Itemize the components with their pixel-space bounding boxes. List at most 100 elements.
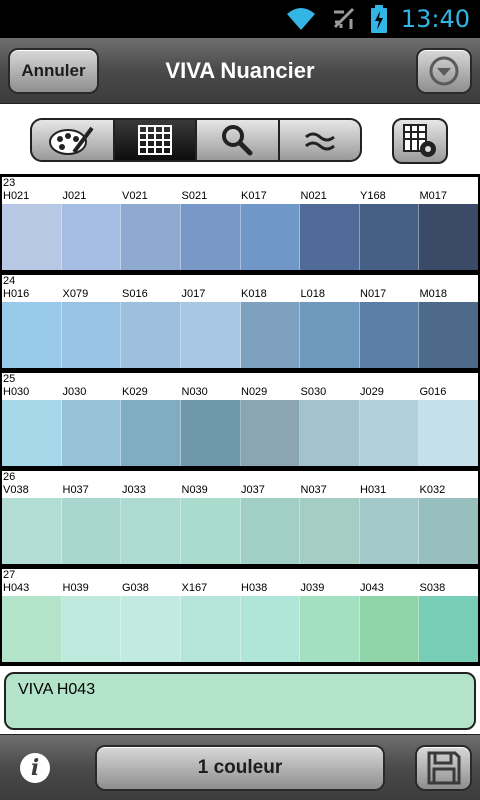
color-swatch[interactable] <box>240 204 301 270</box>
swatch-code: J039 <box>300 582 325 594</box>
color-swatch[interactable] <box>61 400 122 466</box>
color-swatch[interactable] <box>121 204 181 270</box>
swatch-code: H016 <box>3 288 30 300</box>
color-swatch[interactable] <box>300 596 360 662</box>
save-button[interactable] <box>415 745 472 791</box>
color-swatch[interactable] <box>300 498 360 564</box>
menu-button[interactable] <box>416 48 472 94</box>
swatch-group: 24 H016 X079 S016 J017 K018 L018 N017 M018 <box>2 272 478 370</box>
swatch-code: G038 <box>122 582 149 594</box>
color-swatch[interactable] <box>419 400 478 466</box>
wifi-icon <box>286 8 315 30</box>
color-count-button[interactable]: 1 couleur <box>95 745 385 791</box>
palette-brush-icon <box>49 126 94 155</box>
swatch-code: X079 <box>62 288 89 300</box>
color-swatch[interactable] <box>359 498 420 564</box>
color-swatch[interactable] <box>2 204 62 270</box>
swatch-group-header: 27 H043 H039 G038 X167 H038 J039 J043 S038 <box>2 569 478 596</box>
status-bar: 13:40 <box>0 0 480 38</box>
swatch-code: X167 <box>181 582 208 594</box>
swatch-code: J029 <box>360 386 384 398</box>
swatch-code: L018 <box>300 288 325 300</box>
color-swatch[interactable] <box>240 302 301 368</box>
title-bar: Annuler VIVA Nuancier <box>0 38 480 104</box>
swatch-group-header: 24 H016 X079 S016 J017 K018 L018 N017 M018 <box>2 275 478 302</box>
color-swatch[interactable] <box>240 400 301 466</box>
page-title: VIVA Nuancier <box>165 58 315 83</box>
color-swatch[interactable] <box>240 596 301 662</box>
swatch-code: N030 <box>181 386 208 398</box>
swatch-code: H037 <box>62 484 89 496</box>
color-swatch[interactable] <box>121 596 181 662</box>
color-swatch[interactable] <box>180 498 241 564</box>
toolbar <box>0 104 480 174</box>
tab-swatches[interactable] <box>114 120 197 160</box>
swatch-group: 27 H043 H039 G038 X167 H038 J039 J043 S038 <box>2 566 478 664</box>
swatch-group: 23 H021 J021 V021 S021 K017 N021 Y168 M017 <box>2 174 478 272</box>
color-swatch[interactable] <box>419 498 478 564</box>
swatch-group-header: 26 V038 H037 J033 N039 J037 N037 H031 K032 <box>2 471 478 498</box>
color-swatch[interactable] <box>2 596 62 662</box>
color-swatch[interactable] <box>419 596 478 662</box>
color-swatch[interactable] <box>2 498 62 564</box>
swatch-code: N039 <box>181 484 208 496</box>
color-swatch[interactable] <box>180 302 241 368</box>
view-switcher <box>30 118 362 162</box>
color-swatch[interactable] <box>121 302 181 368</box>
info-button[interactable]: i <box>20 753 50 783</box>
swatch-group-header: 25 H030 J030 K029 N030 N029 S030 J029 G016 <box>2 373 478 400</box>
settings-button[interactable] <box>392 118 448 164</box>
color-swatch[interactable] <box>300 204 360 270</box>
color-swatch[interactable] <box>61 204 122 270</box>
color-swatch[interactable] <box>419 204 478 270</box>
color-swatch[interactable] <box>359 204 420 270</box>
color-swatch[interactable] <box>61 498 122 564</box>
tab-search[interactable] <box>197 120 280 160</box>
swatch-code: H021 <box>3 190 30 202</box>
bottom-bar: i 1 couleur <box>0 734 480 800</box>
color-swatch[interactable] <box>419 302 478 368</box>
swatch-code: N029 <box>241 386 268 398</box>
swatch-code: H043 <box>3 582 30 594</box>
color-swatch[interactable] <box>359 302 420 368</box>
tab-similar[interactable] <box>280 120 361 160</box>
color-swatch[interactable] <box>61 302 122 368</box>
color-swatch[interactable] <box>359 400 420 466</box>
color-swatch[interactable] <box>359 596 420 662</box>
swatch-grid-icon <box>137 125 172 155</box>
cancel-button[interactable]: Annuler <box>8 48 99 94</box>
swatch-code: J021 <box>62 190 87 202</box>
swatch-code: N017 <box>360 288 387 300</box>
swatch-code: M018 <box>419 288 448 300</box>
color-swatch[interactable] <box>300 400 360 466</box>
tab-palette[interactable] <box>32 120 115 160</box>
color-swatch[interactable] <box>300 302 360 368</box>
color-swatch[interactable] <box>180 400 241 466</box>
swatch-code: S021 <box>181 190 208 202</box>
swatch-code: H038 <box>241 582 268 594</box>
swatch-code: H030 <box>3 386 30 398</box>
save-icon <box>427 751 460 785</box>
color-swatch[interactable] <box>2 400 62 466</box>
color-swatch[interactable] <box>180 204 241 270</box>
swatch-code: V038 <box>3 484 29 496</box>
color-swatch[interactable] <box>121 400 181 466</box>
color-swatch[interactable] <box>61 596 122 662</box>
swatch-code: S016 <box>122 288 148 300</box>
color-swatch[interactable] <box>240 498 301 564</box>
swatch-code: J030 <box>62 386 87 398</box>
color-swatch[interactable] <box>2 302 62 368</box>
swatches-gear-icon <box>403 124 436 157</box>
swatch-code: H039 <box>62 582 89 594</box>
clock: 13:40 <box>400 5 470 33</box>
color-swatch[interactable] <box>121 498 181 564</box>
swatch-code: V021 <box>122 190 148 202</box>
color-swatch[interactable] <box>180 596 241 662</box>
swatch-code: H031 <box>360 484 387 496</box>
selected-color[interactable]: VIVA H043 <box>4 672 476 730</box>
search-icon <box>222 125 253 156</box>
swatch-code: M017 <box>419 190 448 202</box>
swatch-code: G016 <box>419 386 447 398</box>
swatch-group-number: 27 <box>3 569 16 581</box>
swatch-group-number: 24 <box>3 275 16 287</box>
